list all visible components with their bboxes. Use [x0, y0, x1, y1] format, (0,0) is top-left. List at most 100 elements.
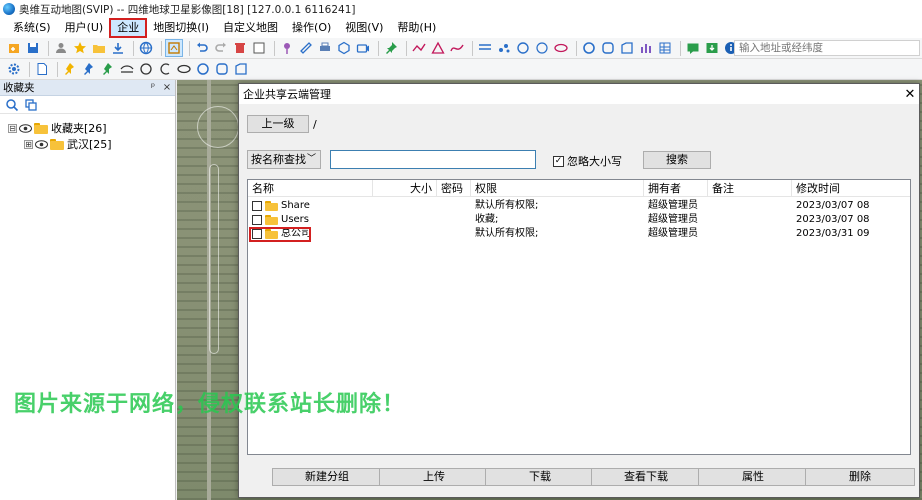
- column-header-permission[interactable]: 权限: [471, 180, 644, 196]
- table-row-highlighted[interactable]: 总公司 默认所有权限; 超级管理员 2023/03/31 09:20: [248, 227, 871, 242]
- users-icon[interactable]: [53, 40, 69, 56]
- hexagon-icon[interactable]: [336, 40, 352, 56]
- menu-system[interactable]: 系统(S): [6, 19, 58, 37]
- download-icon[interactable]: [110, 40, 126, 56]
- marker-green-icon[interactable]: [100, 61, 116, 77]
- new-file-icon[interactable]: [6, 40, 22, 56]
- ignore-case-checkbox[interactable]: ✓ 忽略大小写: [553, 153, 622, 169]
- document-icon[interactable]: [34, 61, 50, 77]
- marker-blue-icon[interactable]: [81, 61, 97, 77]
- curve-icon[interactable]: [449, 40, 465, 56]
- pushpin-icon[interactable]: [383, 40, 399, 56]
- expand-icon[interactable]: ⊞: [24, 139, 33, 149]
- points-icon[interactable]: [496, 40, 512, 56]
- table-icon[interactable]: [657, 40, 673, 56]
- menu-view[interactable]: 视图(V): [338, 19, 390, 37]
- tree-item-wuhan[interactable]: ⊞ 武汉[25]: [24, 136, 112, 152]
- column-header-note[interactable]: 备注: [708, 180, 792, 196]
- cell-permission: 收藏;: [475, 214, 499, 225]
- menu-operation[interactable]: 操作(O): [285, 19, 338, 37]
- toolbar-separator: [576, 40, 577, 56]
- column-header-size[interactable]: 大小: [373, 180, 437, 196]
- row-checkbox[interactable]: [252, 215, 262, 225]
- menu-map-switch[interactable]: 地图切换(I): [146, 19, 216, 37]
- polygon-draw-icon[interactable]: [233, 61, 249, 77]
- column-header-name[interactable]: 名称: [248, 180, 373, 196]
- marker-yellow-icon[interactable]: [62, 61, 78, 77]
- column-header-owner[interactable]: 拥有者: [644, 180, 708, 196]
- rounded-square-icon[interactable]: [600, 40, 616, 56]
- dialog-titlebar: 企业共享云端管理 ✕: [239, 84, 919, 104]
- eye-icon[interactable]: [35, 139, 48, 149]
- triangle-icon[interactable]: [430, 40, 446, 56]
- download-button[interactable]: 下载: [485, 468, 595, 486]
- globe-icon[interactable]: [138, 40, 154, 56]
- download-cloud-icon[interactable]: [704, 40, 720, 56]
- search-icon[interactable]: [4, 97, 20, 113]
- circle-filled-icon[interactable]: [581, 40, 597, 56]
- ellipse-icon[interactable]: [553, 40, 569, 56]
- search-mode-select[interactable]: 按名称查找 ﹀: [247, 150, 321, 169]
- view-downloads-button[interactable]: 查看下载: [591, 468, 701, 486]
- column-header-password[interactable]: 密码: [437, 180, 471, 196]
- circle-draw-icon[interactable]: [138, 61, 154, 77]
- checkbox-tool-icon[interactable]: [251, 40, 267, 56]
- cell-permission: 默认所有权限;: [475, 228, 539, 239]
- menu-custom-map[interactable]: 自定义地图: [216, 19, 285, 37]
- row-checkbox[interactable]: [252, 201, 262, 211]
- address-search-input[interactable]: [734, 40, 920, 56]
- ellipse-draw-icon[interactable]: [176, 61, 192, 77]
- cell-modified: 2023/03/07 08:49: [796, 214, 870, 225]
- table-row[interactable]: Share 默认所有权限; 超级管理员 2023/03/07 08:49: [248, 199, 871, 213]
- table-row[interactable]: Users 收藏; 超级管理员 2023/03/07 08:49: [248, 213, 871, 227]
- settings-icon[interactable]: [6, 61, 22, 77]
- search-button[interactable]: 搜索: [643, 151, 711, 169]
- polyline-icon[interactable]: [411, 40, 427, 56]
- line-style-icon[interactable]: [477, 40, 493, 56]
- arc-line-icon[interactable]: [119, 61, 135, 77]
- tree-item-favorites-root[interactable]: ⊟ 收藏夹[26]: [8, 120, 107, 136]
- save-icon[interactable]: [25, 40, 41, 56]
- cell-password: [437, 213, 471, 227]
- upload-button[interactable]: 上传: [379, 468, 489, 486]
- delete-icon[interactable]: [232, 40, 248, 56]
- square-rounded-icon[interactable]: [214, 61, 230, 77]
- folder-icon: [265, 201, 278, 211]
- pin-icon[interactable]: [279, 40, 295, 56]
- drawing-toolbar: [0, 59, 922, 80]
- properties-button[interactable]: 属性: [698, 468, 808, 486]
- menu-help[interactable]: 帮助(H): [390, 19, 443, 37]
- pin-panel-icon[interactable]: ᵖ: [147, 82, 159, 93]
- camera-icon[interactable]: [355, 40, 371, 56]
- eye-icon[interactable]: [19, 123, 32, 133]
- printer-icon[interactable]: [317, 40, 333, 56]
- redo-icon[interactable]: [213, 40, 229, 56]
- menu-user[interactable]: 用户(U): [58, 19, 111, 37]
- message-icon[interactable]: [685, 40, 701, 56]
- checkbox-checked-icon[interactable]: ✓: [553, 155, 564, 167]
- undo-icon[interactable]: [194, 40, 210, 56]
- close-panel-icon[interactable]: ×: [161, 82, 173, 93]
- folder-open-icon[interactable]: [91, 40, 107, 56]
- new-group-button[interactable]: 新建分组: [272, 468, 382, 486]
- ruler-icon[interactable]: [298, 40, 314, 56]
- star-icon[interactable]: [72, 40, 88, 56]
- shape-icon[interactable]: [619, 40, 635, 56]
- menu-enterprise[interactable]: 企业: [109, 18, 148, 38]
- chart-icon[interactable]: [638, 40, 654, 56]
- column-header-modified[interactable]: 修改时间: [792, 180, 871, 196]
- map-select-icon[interactable]: [165, 39, 183, 57]
- circle-icon[interactable]: [515, 40, 531, 56]
- up-level-button[interactable]: 上一级: [247, 115, 309, 133]
- toolbar-separator: [378, 40, 379, 56]
- close-icon[interactable]: ✕: [901, 87, 919, 102]
- copy-icon[interactable]: [23, 97, 39, 113]
- search-input[interactable]: [330, 150, 536, 169]
- cell-name: 总公司: [248, 227, 373, 241]
- collapse-icon[interactable]: ⊟: [8, 123, 17, 133]
- delete-button[interactable]: 删除: [805, 468, 915, 486]
- circle-blue-icon[interactable]: [195, 61, 211, 77]
- arc-draw-icon[interactable]: [157, 61, 173, 77]
- circle-outline-icon[interactable]: [534, 40, 550, 56]
- row-checkbox[interactable]: [252, 229, 262, 239]
